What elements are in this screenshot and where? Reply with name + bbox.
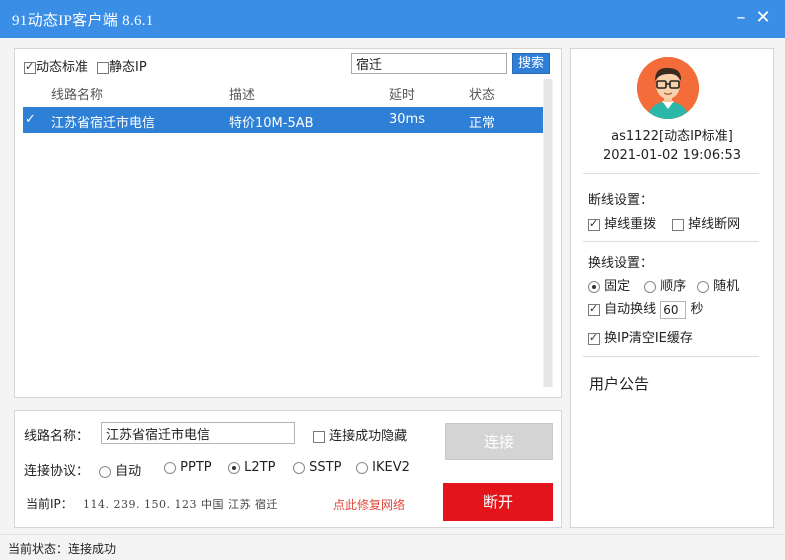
close-button[interactable]: ✕ (752, 6, 774, 30)
app-window: 91动态IP客户端 8.6.1 – ✕ 动态标准 静态IP 搜索 线路名称 描述… (0, 0, 785, 560)
switch-mode-random-radio[interactable] (697, 280, 709, 293)
protocol-option-l2tp[interactable]: L2TP (228, 460, 275, 475)
list-scrollbar[interactable] (543, 79, 553, 387)
dynamic-filter-checkbox[interactable] (24, 60, 36, 74)
user-name: as1122[动态IP标准] (611, 129, 733, 144)
switch-mode-fixed-radio[interactable] (588, 280, 600, 293)
window-title: 91动态IP客户端 8.6.1 (12, 13, 154, 29)
switch-mode-random[interactable]: 随机 (697, 275, 739, 294)
header-latency[interactable]: 延时 (389, 84, 415, 103)
selected-check-icon: ✓ (25, 112, 36, 127)
row-description: 特价10M-5AB (229, 116, 314, 131)
row-status: 正常 (469, 116, 496, 131)
switch-mode-fixed-label: 固定 (604, 279, 631, 294)
static-filter-label: 静态IP (109, 60, 147, 75)
switch-mode-sequential-radio[interactable] (644, 280, 656, 293)
redial-on-drop-label: 掉线重拨 (604, 217, 657, 232)
hide-on-success-label: 连接成功隐藏 (329, 429, 408, 444)
hide-on-success-checkbox[interactable] (313, 430, 325, 443)
static-filter[interactable]: 静态IP (97, 56, 147, 75)
protocol-label: 连接协议： (24, 464, 90, 479)
auto-switch-seconds-input[interactable]: 60 (660, 300, 687, 319)
dynamic-filter[interactable]: 动态标准 (24, 56, 88, 75)
fix-network-link[interactable]: 点此修复网络 (333, 496, 405, 513)
avatar-icon (637, 57, 699, 119)
protocol-option-auto[interactable]: 自动 (99, 460, 141, 479)
auto-switch-label: 自动换线 (604, 302, 657, 317)
connection-panel: 线路名称： 连接成功隐藏 连接协议： 自动 PPTP L2TP SSTP IKE… (14, 410, 562, 528)
divider (583, 356, 759, 357)
clear-cache-checkbox[interactable] (588, 331, 600, 345)
header-description[interactable]: 描述 (229, 84, 255, 103)
search-input[interactable] (351, 53, 507, 74)
user-avatar (637, 57, 699, 119)
redial-on-drop-checkbox[interactable] (588, 217, 600, 231)
hide-on-success-option[interactable]: 连接成功隐藏 (313, 425, 407, 444)
protocol-radio-auto[interactable] (99, 465, 111, 478)
connect-button[interactable]: 连接 (445, 423, 553, 460)
title-bar[interactable]: 91动态IP客户端 8.6.1 – ✕ (0, 0, 785, 38)
announcement-label: 用户公告 (589, 375, 650, 393)
protocol-radio-sstp[interactable] (293, 461, 305, 474)
switch-mode-random-label: 随机 (713, 279, 740, 294)
static-filter-checkbox[interactable] (97, 61, 109, 74)
cut-net-on-drop-checkbox[interactable] (672, 218, 684, 231)
protocol-radio-pptp[interactable] (164, 461, 176, 474)
redial-on-drop-option[interactable]: 掉线重拨 (588, 213, 656, 232)
user-panel: as1122[动态IP标准] 2021-01-02 19:06:53 断线设置：… (570, 48, 774, 528)
switch-settings-label: 换线设置： (588, 256, 654, 271)
line-name-field[interactable] (101, 422, 295, 444)
row-latency: 30ms (389, 112, 425, 127)
table-row[interactable]: ✓ 江苏省宿迁市电信 特价10M-5AB 30ms 正常 (23, 107, 543, 133)
minimize-button[interactable]: – (730, 6, 752, 30)
protocol-radio-l2tp[interactable] (228, 461, 240, 474)
header-line-name[interactable]: 线路名称 (51, 84, 103, 103)
divider (583, 173, 759, 174)
clear-cache-label: 换IP清空IE缓存 (604, 331, 693, 346)
protocol-option-ikev2[interactable]: IKEV2 (356, 460, 410, 475)
disconnect-settings-label: 断线设置： (588, 193, 654, 208)
switch-mode-fixed[interactable]: 固定 (588, 275, 630, 294)
protocol-label-ikev2: IKEV2 (372, 460, 410, 475)
switch-mode-sequential[interactable]: 顺序 (644, 275, 686, 294)
protocol-label-auto: 自动 (115, 464, 142, 479)
clear-cache-option[interactable]: 换IP清空IE缓存 (588, 327, 693, 346)
current-ip-value: 114. 239. 150. 123 中国 江苏 宿迁 (83, 498, 278, 511)
connection-status: 当前状态：连接成功 (8, 542, 117, 556)
header-status[interactable]: 状态 (469, 84, 495, 103)
row-line-name: 江苏省宿迁市电信 (51, 116, 156, 131)
login-datetime: 2021-01-02 19:06:53 (602, 148, 742, 163)
table-header: 线路名称 描述 延时 状态 (23, 79, 543, 105)
auto-switch-checkbox[interactable] (588, 302, 600, 316)
protocol-option-sstp[interactable]: SSTP (293, 460, 341, 475)
seconds-label: 秒 (690, 302, 704, 317)
protocol-label-sstp: SSTP (309, 460, 342, 475)
disconnect-button[interactable]: 断开 (443, 483, 553, 521)
current-ip-label: 当前IP： (26, 497, 73, 511)
dynamic-filter-label: 动态标准 (36, 60, 89, 75)
protocol-option-pptp[interactable]: PPTP (164, 460, 212, 475)
search-button[interactable]: 搜索 (512, 53, 550, 74)
auto-switch-option[interactable]: 自动换线 60 秒 (588, 298, 703, 319)
line-name-label: 线路名称： (24, 429, 90, 444)
switch-mode-sequential-label: 顺序 (660, 279, 687, 294)
divider (583, 241, 759, 242)
status-bar: 当前状态：连接成功 (0, 534, 785, 560)
protocol-radio-ikev2[interactable] (356, 461, 368, 474)
line-list-panel: 动态标准 静态IP 搜索 线路名称 描述 延时 状态 ✓ 江苏省宿迁市电信 特价… (14, 48, 562, 398)
cut-net-on-drop-label: 掉线断网 (688, 217, 741, 232)
protocol-label-pptp: PPTP (180, 460, 212, 475)
scrollbar-thumb[interactable] (544, 79, 552, 387)
cut-net-on-drop-option[interactable]: 掉线断网 (672, 213, 740, 232)
protocol-label-l2tp: L2TP (244, 460, 276, 475)
